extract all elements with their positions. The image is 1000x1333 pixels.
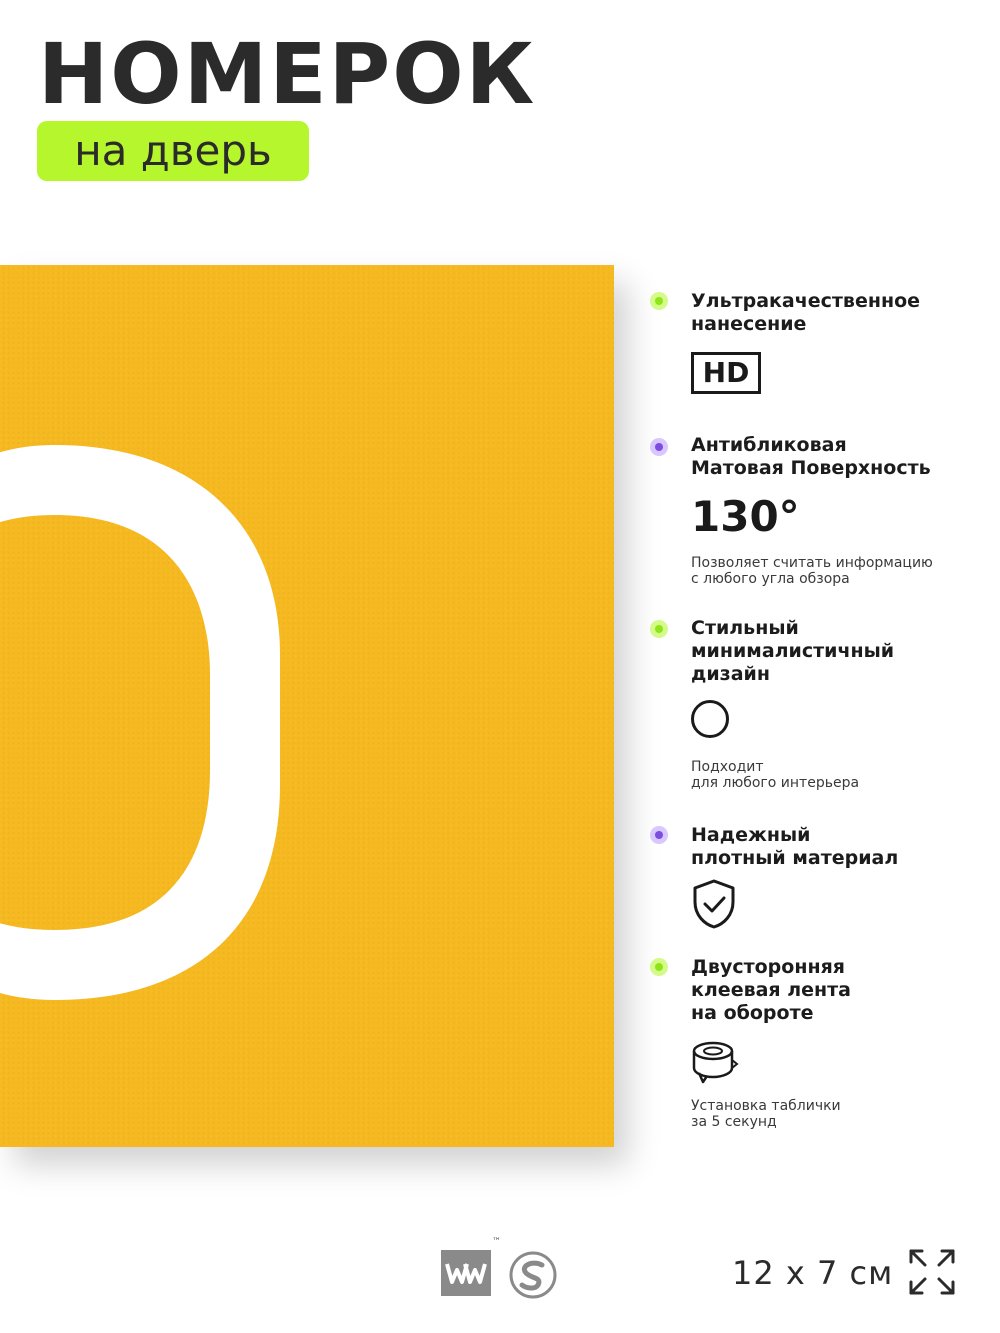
door-number-plate <box>0 265 614 1147</box>
plate-digit-zero <box>0 445 280 1000</box>
feature-title-quality: Ультракачественное нанесение <box>691 290 921 335</box>
feature-desc-design: Подходит для любого интерьера <box>691 759 860 791</box>
bullet-dot-green <box>650 958 668 976</box>
circle-icon <box>691 700 729 738</box>
feature-title-tape: Двусторонняя клеевая лента на обороте <box>691 956 852 1024</box>
bullet-dot-green <box>650 292 668 310</box>
hd-badge-icon: HD <box>691 352 761 394</box>
feature-desc-matte: Позволяет считать информацию с любого уг… <box>691 555 933 587</box>
bullet-dot-purple <box>650 438 668 456</box>
trademark-symbol: ™ <box>492 1237 501 1247</box>
page-subtitle-badge: на дверь <box>37 121 309 181</box>
bullet-dot-purple <box>650 826 668 844</box>
bullet-dot-green <box>650 620 668 638</box>
expand-arrows-icon[interactable] <box>908 1248 956 1296</box>
page-title: НОМЕРОК <box>38 25 537 123</box>
tape-roll-icon <box>692 1041 739 1084</box>
feature-title-material: Надежный плотный материал <box>691 824 899 869</box>
feature-title-design: Стильный минималистичный дизайн <box>691 617 895 685</box>
feature-desc-tape: Установка таблички за 5 секунд <box>691 1098 841 1130</box>
features-list: Ультракачественное нанесение HD Антиблик… <box>648 0 1000 1333</box>
shield-check-icon <box>693 879 735 929</box>
product-size-label: 12 x 7 см <box>732 1254 894 1292</box>
plate-digit-graphic <box>0 445 280 1000</box>
brand-logo-circle-s <box>509 1251 557 1299</box>
viewing-angle-value: 130° <box>691 492 800 541</box>
feature-title-matte: Антибликовая Матовая Поверхность <box>691 434 931 479</box>
brand-logo-ww <box>441 1250 491 1296</box>
